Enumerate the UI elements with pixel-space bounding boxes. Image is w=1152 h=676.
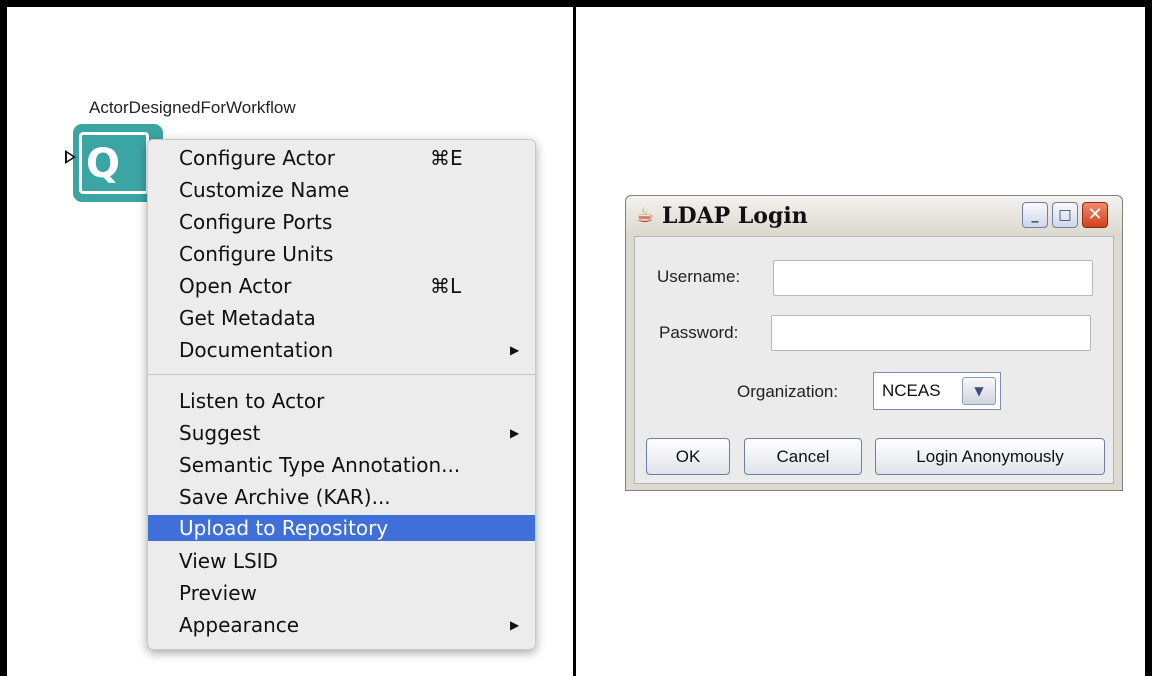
menu-item-suggest[interactable]: Suggest ▶ [148, 420, 535, 446]
chevron-down-icon[interactable]: ▼ [962, 377, 996, 405]
menu-separator [148, 374, 535, 375]
password-label: Password: [659, 323, 739, 342]
cancel-button[interactable]: Cancel [744, 438, 862, 475]
menu-item-configure-units[interactable]: Configure Units [148, 241, 535, 267]
organization-select[interactable]: NCEAS ▼ [873, 372, 1001, 410]
submenu-arrow-icon: ▶ [510, 343, 520, 357]
java-cup-icon: ☕ [636, 203, 654, 227]
input-port-icon[interactable] [65, 150, 76, 164]
menu-item-configure-actor[interactable]: Configure Actor ⌘E [148, 145, 535, 171]
organization-value: NCEAS [882, 381, 941, 400]
dialog-content: Username: Password: Organization: NCEAS … [634, 236, 1114, 484]
ldap-login-dialog: ☕ LDAP Login _ □ ✕ Username: Password: O… [625, 195, 1123, 491]
actor-glyph: Q [86, 141, 121, 187]
menu-item-listen-to-actor[interactable]: Listen to Actor [148, 388, 535, 414]
submenu-arrow-icon: ▶ [510, 618, 520, 632]
close-button[interactable]: ✕ [1082, 202, 1108, 228]
username-label: Username: [657, 267, 741, 286]
menu-item-appearance[interactable]: Appearance ▶ [148, 612, 535, 638]
submenu-arrow-icon: ▶ [510, 426, 520, 440]
username-field[interactable] [773, 260, 1093, 296]
menu-item-documentation[interactable]: Documentation ▶ [148, 337, 535, 363]
login-anonymously-button[interactable]: Login Anonymously [875, 438, 1105, 475]
menu-item-upload-to-repository[interactable]: Upload to Repository [148, 515, 535, 541]
menu-item-customize-name[interactable]: Customize Name [148, 177, 535, 203]
menu-item-view-lsid[interactable]: View LSID [148, 548, 535, 574]
menu-item-preview[interactable]: Preview [148, 580, 535, 606]
actor-name-label: ActorDesignedForWorkflow [89, 98, 296, 117]
menu-item-semantic-type-annotation[interactable]: Semantic Type Annotation... [148, 452, 535, 478]
maximize-button[interactable]: □ [1052, 202, 1078, 228]
organization-label: Organization: [737, 382, 839, 401]
menu-item-get-metadata[interactable]: Get Metadata [148, 305, 535, 331]
ok-button[interactable]: OK [646, 438, 730, 475]
minimize-button[interactable]: _ [1022, 202, 1048, 228]
menu-item-configure-ports[interactable]: Configure Ports [148, 209, 535, 235]
dialog-title: LDAP Login [662, 203, 808, 229]
menu-item-open-actor[interactable]: Open Actor ⌘L [148, 273, 535, 299]
panel-divider [573, 7, 576, 676]
shortcut-label: ⌘E [430, 146, 463, 170]
dialog-titlebar[interactable]: ☕ LDAP Login _ □ ✕ [626, 196, 1122, 234]
actor-context-menu: Configure Actor ⌘E Customize Name Config… [147, 139, 536, 650]
menu-item-save-archive[interactable]: Save Archive (KAR)... [148, 484, 535, 510]
shortcut-label: ⌘L [430, 274, 462, 298]
password-field[interactable] [771, 315, 1091, 351]
